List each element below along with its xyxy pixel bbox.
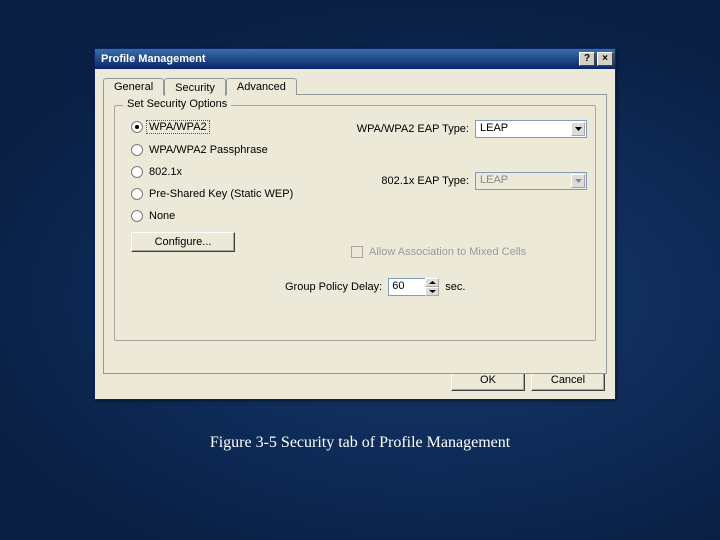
radio-dot-icon — [131, 188, 143, 200]
dropdown-arrow-icon — [571, 174, 585, 188]
radio-label: None — [149, 210, 175, 222]
dot1x-eap-row: 802.1x EAP Type: LEAP — [351, 172, 587, 190]
configure-button[interactable]: Configure... — [131, 232, 235, 252]
dot1x-eap-value: LEAP — [480, 174, 508, 186]
tab-advanced[interactable]: Advanced — [226, 78, 297, 95]
radio-wpa-passphrase[interactable]: WPA/WPA2 Passphrase — [131, 144, 351, 156]
mixed-cells-row: Allow Association to Mixed Cells — [351, 246, 526, 258]
profile-management-dialog: Profile Management ? × General Security … — [94, 48, 616, 400]
radio-wpa-wpa2[interactable]: WPA/WPA2 — [131, 120, 351, 134]
gpd-label: Group Policy Delay: — [285, 281, 382, 293]
radio-label: WPA/WPA2 — [146, 120, 210, 134]
radio-none[interactable]: None — [131, 210, 351, 222]
mixed-cells-label: Allow Association to Mixed Cells — [369, 246, 526, 258]
wpa-eap-row: WPA/WPA2 EAP Type: LEAP — [351, 120, 587, 138]
help-button[interactable]: ? — [579, 52, 595, 66]
radio-8021x[interactable]: 802.1x — [131, 166, 351, 178]
spinner-up-icon[interactable] — [425, 278, 439, 287]
wpa-eap-value: LEAP — [480, 122, 508, 134]
radio-dot-icon — [131, 166, 143, 178]
tab-page-security: Set Security Options WPA/WPA2 WPA/WPA2 P… — [103, 94, 607, 374]
eap-fields: WPA/WPA2 EAP Type: LEAP 802.1x EAP Type:… — [351, 120, 587, 224]
radio-dot-icon — [131, 121, 143, 133]
close-button[interactable]: × — [597, 52, 613, 66]
window-title: Profile Management — [101, 53, 577, 65]
gpd-unit: sec. — [445, 281, 465, 293]
radio-label: 802.1x — [149, 166, 182, 178]
gpd-spinner[interactable] — [425, 278, 439, 296]
group-policy-delay-row: Group Policy Delay: 60 sec. — [285, 278, 465, 296]
titlebar: Profile Management ? × — [95, 49, 615, 69]
security-options-group: Set Security Options WPA/WPA2 WPA/WPA2 P… — [114, 105, 596, 341]
spinner-down-icon[interactable] — [425, 287, 439, 296]
gpd-input[interactable]: 60 — [388, 278, 426, 296]
dot1x-eap-select: LEAP — [475, 172, 587, 190]
tab-security[interactable]: Security — [164, 78, 226, 96]
dropdown-arrow-icon — [571, 122, 585, 136]
radio-static-wep[interactable]: Pre-Shared Key (Static WEP) — [131, 188, 351, 200]
dot1x-eap-label: 802.1x EAP Type: — [351, 175, 475, 187]
radio-dot-icon — [131, 210, 143, 222]
dialog-body: General Security Advanced Set Security O… — [95, 69, 615, 399]
radio-dot-icon — [131, 144, 143, 156]
tab-general[interactable]: General — [103, 78, 164, 95]
radio-group: WPA/WPA2 WPA/WPA2 Passphrase 802.1x Pre-… — [131, 120, 351, 252]
wpa-eap-select[interactable]: LEAP — [475, 120, 587, 138]
figure-caption: Figure 3-5 Security tab of Profile Manag… — [0, 434, 720, 452]
tab-strip: General Security Advanced — [103, 75, 607, 95]
wpa-eap-label: WPA/WPA2 EAP Type: — [351, 123, 475, 135]
radio-label: WPA/WPA2 Passphrase — [149, 144, 268, 156]
radio-label: Pre-Shared Key (Static WEP) — [149, 188, 293, 200]
group-legend: Set Security Options — [123, 98, 231, 110]
checkbox-icon — [351, 246, 363, 258]
